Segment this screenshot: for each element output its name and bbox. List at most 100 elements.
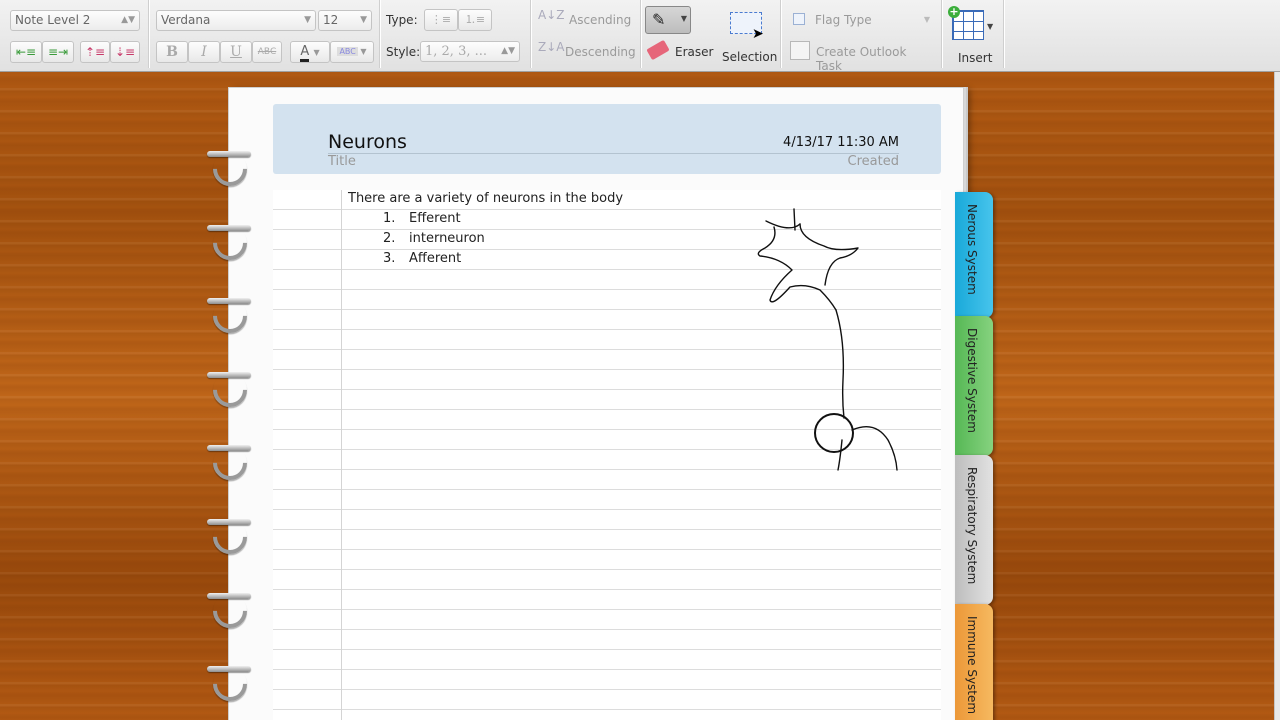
tab-label: Immune System <box>965 616 979 715</box>
binder-ring <box>205 438 255 488</box>
divider <box>148 0 149 68</box>
italic-button[interactable]: I <box>188 41 220 63</box>
font-color-icon: A <box>300 44 310 62</box>
move-up-button[interactable]: ⇡≡ <box>80 41 110 63</box>
tab-nervous-system[interactable]: Nerous System <box>955 192 993 318</box>
divider <box>640 0 641 68</box>
note-title[interactable]: Neurons <box>328 131 407 153</box>
bold-icon: B <box>166 44 178 60</box>
strikethrough-icon: ABC <box>257 47 277 57</box>
margin-line <box>341 190 342 720</box>
font-family-select[interactable]: Verdana ▼ <box>156 10 316 31</box>
eraser-label: Eraser <box>675 45 714 59</box>
created-label: Created <box>847 154 899 169</box>
add-plus-icon: + <box>948 5 960 18</box>
outdent-icon: ⇤≡ <box>15 45 37 59</box>
title-label: Title <box>328 154 356 169</box>
note-level-select[interactable]: Note Level 2 ▲▼ <box>10 10 140 31</box>
binder-ring <box>205 144 255 194</box>
eraser-button[interactable]: Eraser <box>646 39 714 64</box>
move-down-button[interactable]: ⇣≡ <box>110 41 140 63</box>
created-date: 4/13/17 11:30 AM <box>783 135 899 150</box>
binder-ring <box>205 586 255 636</box>
list-item[interactable]: 3. Afferent <box>383 251 461 266</box>
underline-icon: U <box>230 44 242 60</box>
flag-checkbox-icon <box>793 13 805 25</box>
create-outlook-task-label: Create Outlook Task <box>816 45 907 73</box>
binder-ring <box>205 659 255 709</box>
divider <box>530 0 531 68</box>
list-style-value: 1, 2, 3, ... <box>425 44 488 59</box>
insert-table-button[interactable]: + ▼ Insert <box>948 6 1000 66</box>
move-up-icon: ⇡≡ <box>84 45 106 59</box>
list-item-number: 1. <box>383 211 396 226</box>
outlook-task-icon <box>790 41 810 60</box>
pen-icon: ✎ <box>652 10 666 29</box>
demote-button[interactable]: ≡⇥ <box>42 41 74 63</box>
note-header: Neurons Title 4/13/17 11:30 AM Created <box>273 104 941 174</box>
list-style-select[interactable]: 1, 2, 3, ... ▲▼ <box>420 41 520 62</box>
promote-button[interactable]: ⇤≡ <box>10 41 42 63</box>
eraser-icon <box>646 39 670 61</box>
chevron-down-icon: ▼ <box>360 15 367 25</box>
tab-immune-system[interactable]: Immune System <box>955 604 993 720</box>
flag-type-select[interactable]: Flag Type ▼ <box>790 9 934 31</box>
list-item-text: Efferent <box>409 211 461 226</box>
sketch-stroke <box>851 426 898 471</box>
sort-descending-icon: Z↓A <box>538 40 565 54</box>
selection-button[interactable]: ➤ Selection <box>720 8 778 66</box>
sort-ascending-label: Ascending <box>569 13 632 27</box>
font-family-value: Verdana <box>161 13 211 27</box>
font-size-select[interactable]: 12 ▼ <box>318 10 372 31</box>
highlight-button[interactable]: ABC ▼ <box>330 41 374 63</box>
highlight-icon: ABC <box>337 47 358 56</box>
indent-icon: ≡⇥ <box>47 45 69 59</box>
tab-label: Digestive System <box>965 328 979 433</box>
chevron-down-icon: ▼ <box>313 48 320 57</box>
tab-respiratory-system[interactable]: Respiratory System <box>955 455 993 605</box>
header-divider <box>328 153 899 154</box>
pen-tool-button[interactable]: ✎ ▼ <box>645 6 691 34</box>
sketch-stroke <box>799 223 859 286</box>
selection-label: Selection <box>722 50 778 64</box>
tab-digestive-system[interactable]: Digestive System <box>955 316 993 456</box>
create-outlook-task-button[interactable]: Create Outlook Task <box>790 41 936 73</box>
chevron-down-icon: ▼ <box>304 15 311 25</box>
sort-ascending-icon: A↓Z <box>538 8 565 22</box>
bullet-list-icon: ⋮≡ <box>430 13 452 26</box>
bold-button[interactable]: B <box>156 41 188 63</box>
list-item-text: interneuron <box>409 231 485 246</box>
sort-descending-button[interactable]: Z↓A Descending <box>538 40 636 64</box>
sort-ascending-button[interactable]: A↓Z Ascending <box>538 8 632 32</box>
bullet-list-button[interactable]: ⋮≡ <box>424 9 458 31</box>
note-level-value: Note Level 2 <box>15 13 91 27</box>
list-item-number: 2. <box>383 231 396 246</box>
insert-label: Insert <box>958 51 993 65</box>
chevron-updown-icon: ▲▼ <box>501 46 515 56</box>
list-item[interactable]: 2. interneuron <box>383 231 485 246</box>
divider <box>1003 0 1004 68</box>
strikethrough-button[interactable]: ABC <box>252 41 282 63</box>
binder-ring <box>205 291 255 341</box>
chevron-down-icon: ▼ <box>360 47 367 56</box>
chevron-down-icon: ▼ <box>923 15 930 24</box>
divider <box>941 0 942 68</box>
font-color-button[interactable]: A ▼ <box>290 41 330 63</box>
numbered-list-button[interactable]: ⒈≡ <box>458 9 492 31</box>
divider <box>780 0 781 68</box>
font-size-value: 12 <box>323 13 339 27</box>
underline-button[interactable]: U <box>220 41 252 63</box>
list-item[interactable]: 1. Efferent <box>383 211 461 226</box>
sketch-stroke <box>757 226 837 311</box>
list-style-label: Style: <box>386 45 421 59</box>
binder-ring <box>205 218 255 268</box>
vertical-scrollbar[interactable] <box>1274 72 1280 720</box>
tab-label: Nerous System <box>965 204 979 295</box>
move-down-icon: ⇣≡ <box>114 45 136 59</box>
list-item-number: 3. <box>383 251 396 266</box>
list-item-text: Afferent <box>409 251 462 266</box>
chevron-updown-icon: ▲▼ <box>121 15 135 25</box>
note-intro-text[interactable]: There are a variety of neurons in the bo… <box>348 191 623 206</box>
pen-cursor-icon <box>814 413 854 453</box>
chevron-down-icon: ▼ <box>680 14 687 23</box>
